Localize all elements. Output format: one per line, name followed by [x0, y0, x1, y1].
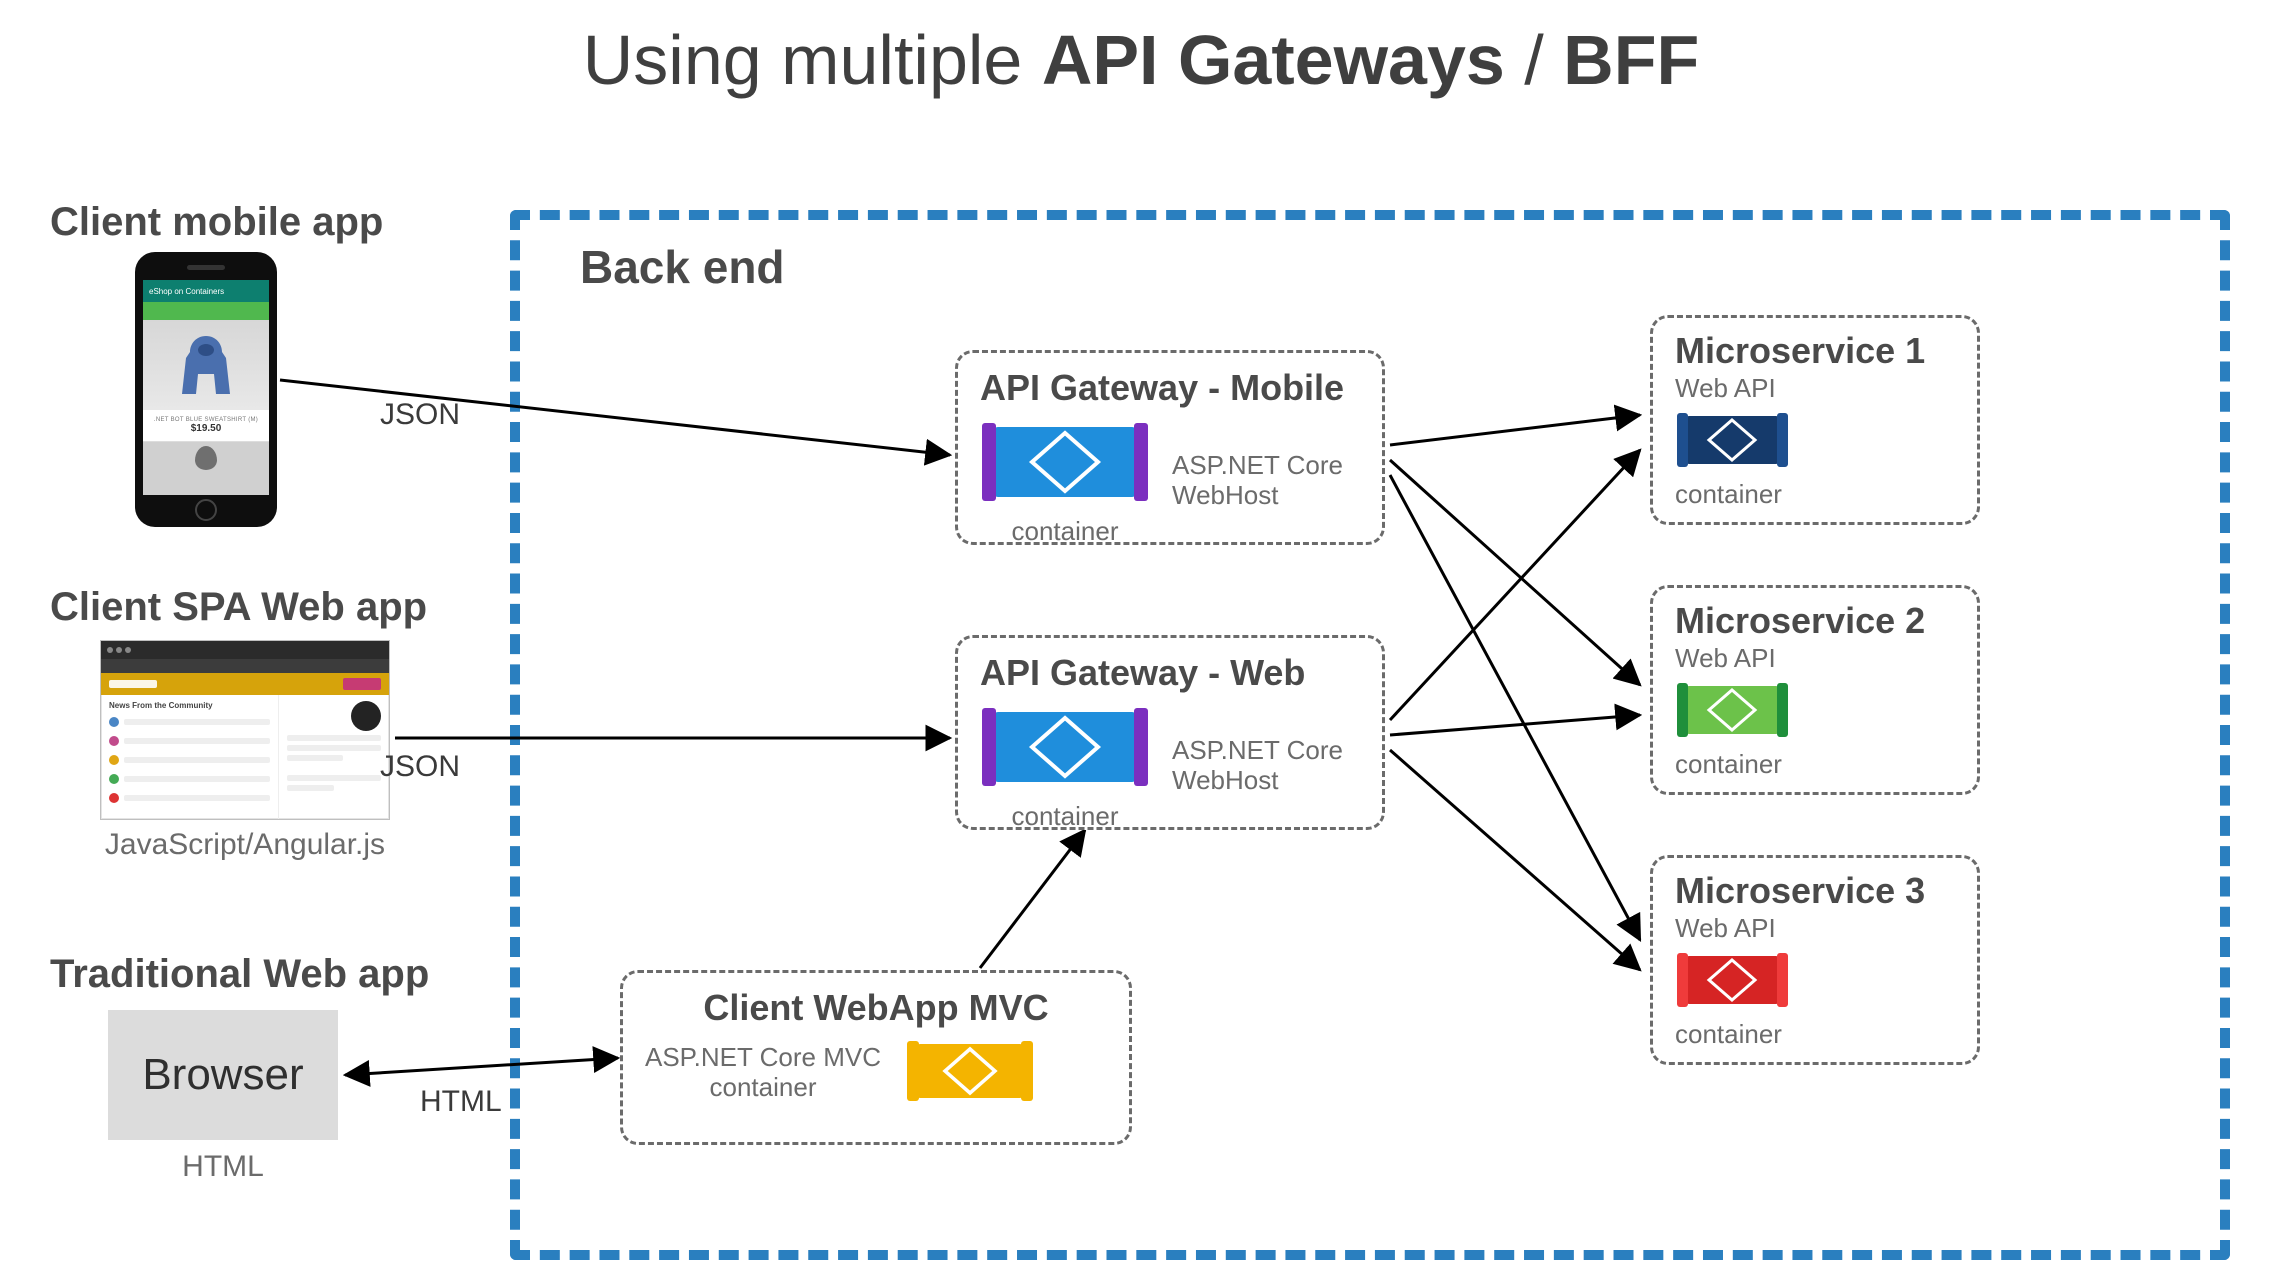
- ms1-title: Microservice 1: [1675, 330, 1955, 372]
- title-bold-1: API Gateways: [1042, 21, 1505, 99]
- gw-web-title: API Gateway - Web: [980, 652, 1358, 694]
- box-api-gateway-web: API Gateway - Web container ASP.NET Core…: [955, 635, 1385, 830]
- ms3-title: Microservice 3: [1675, 870, 1955, 912]
- box-microservice-3: Microservice 3 Web API container: [1650, 855, 1980, 1065]
- container-icon: [1675, 948, 1790, 1016]
- ms1-container: container: [1675, 480, 1955, 510]
- gw-mobile-title: API Gateway - Mobile: [980, 367, 1358, 409]
- traditional-caption: HTML: [108, 1150, 338, 1184]
- container-icon: [980, 415, 1150, 515]
- box-microservice-2: Microservice 2 Web API container: [1650, 585, 1980, 795]
- ms3-container: container: [1675, 1020, 1955, 1050]
- gw-web-sub2: WebHost: [1172, 766, 1343, 796]
- gw-mobile-container: container: [1012, 517, 1119, 547]
- heading-client-mobile: Client mobile app: [50, 200, 383, 245]
- gw-mobile-sub2: WebHost: [1172, 481, 1343, 511]
- mvc-sub1: ASP.NET Core MVC: [645, 1043, 881, 1073]
- ms2-title: Microservice 2: [1675, 600, 1955, 642]
- box-microservice-1: Microservice 1 Web API container: [1650, 315, 1980, 525]
- browser-label: Browser: [142, 1050, 303, 1100]
- gw-mobile-sub1: ASP.NET Core: [1172, 451, 1343, 481]
- ms2-sub: Web API: [1675, 644, 1955, 674]
- spa-headline: News From the Community: [109, 701, 270, 710]
- edge-label-json-spa: JSON: [380, 750, 460, 784]
- mvc-title: Client WebApp MVC: [645, 987, 1107, 1029]
- gw-web-sub1: ASP.NET Core: [1172, 736, 1343, 766]
- hoodie-icon: [176, 330, 236, 400]
- phone-prod-price: $19.50: [191, 423, 222, 434]
- ms3-sub: Web API: [1675, 914, 1955, 944]
- container-icon: [905, 1035, 1035, 1110]
- browser-box: Browser: [108, 1010, 338, 1140]
- backend-label: Back end: [580, 240, 785, 294]
- box-client-webapp-mvc: Client WebApp MVC ASP.NET Core MVC conta…: [620, 970, 1132, 1145]
- ms1-sub: Web API: [1675, 374, 1955, 404]
- phone-topbar: eShop on Containers: [143, 280, 269, 302]
- title-prefix: Using multiple: [583, 21, 1042, 99]
- title-sep: /: [1505, 21, 1563, 99]
- edge-label-json-mobile: JSON: [380, 398, 460, 432]
- edge-label-html: HTML: [420, 1085, 502, 1119]
- gw-web-container: container: [1012, 802, 1119, 832]
- phone-mock: eShop on Containers .NET BOT BLUE SWEATS…: [135, 252, 277, 527]
- ms2-container: container: [1675, 750, 1955, 780]
- heading-client-traditional: Traditional Web app: [50, 952, 429, 997]
- heading-client-spa: Client SPA Web app: [50, 585, 427, 630]
- page-title: Using multiple API Gateways / BFF: [583, 20, 1700, 100]
- title-bold-2: BFF: [1563, 21, 1699, 99]
- container-icon: [980, 700, 1150, 800]
- container-icon: [1675, 408, 1790, 476]
- mvc-sub2: container: [710, 1073, 817, 1103]
- spa-caption: JavaScript/Angular.js: [100, 828, 390, 862]
- box-api-gateway-mobile: API Gateway - Mobile container ASP.NET C…: [955, 350, 1385, 545]
- container-icon: [1675, 678, 1790, 746]
- spa-browser-mock: News From the Community: [100, 640, 390, 820]
